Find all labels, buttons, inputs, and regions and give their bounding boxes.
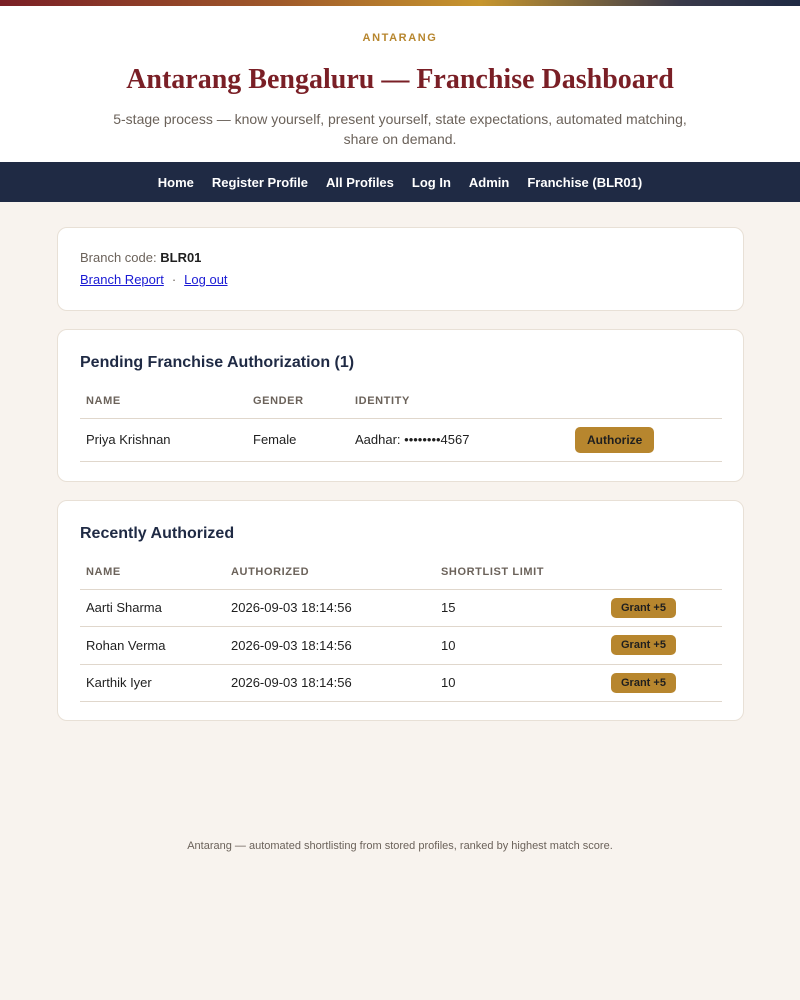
recent-table: NAME AUTHORIZED SHORTLIST LIMIT Aarti Sh… — [80, 555, 722, 702]
branch-links: Branch Report · Log out — [80, 272, 721, 287]
branch-code-label: Branch code: — [80, 250, 157, 265]
nav-all-profiles[interactable]: All Profiles — [326, 175, 394, 190]
table-row: Rohan Verma 2026-09-03 18:14:56 10 Grant… — [80, 626, 722, 665]
branch-code-line: Branch code: BLR01 — [80, 250, 721, 265]
pending-table: NAME GENDER IDENTITY Priya Krishnan Fema… — [80, 384, 722, 462]
pending-heading: Pending Franchise Authorization (1) — [80, 354, 355, 371]
nav-franchise[interactable]: Franchise (BLR01) — [527, 175, 642, 190]
cell-authorized: 2026-09-03 18:14:56 — [225, 589, 435, 627]
recently-authorized-card: Recently Authorized NAME AUTHORIZED SHOR… — [57, 500, 744, 721]
column-header-name: NAME — [80, 555, 225, 590]
cell-limit: 10 — [435, 664, 605, 702]
grant-button[interactable]: Grant +5 — [611, 672, 676, 693]
cell-identity: Aadhar: ••••••••4567 — [349, 418, 569, 462]
cell-name: Priya Krishnan — [80, 418, 247, 462]
link-separator: · — [171, 272, 177, 287]
main-nav: Home Register Profile All Profiles Log I… — [0, 162, 800, 202]
nav-home[interactable]: Home — [158, 175, 194, 190]
column-header-action — [569, 384, 722, 419]
nav-admin[interactable]: Admin — [469, 175, 509, 190]
column-header-action — [605, 555, 722, 590]
branch-code-value: BLR01 — [160, 250, 202, 265]
page-footer: Antarang — automated shortlisting from s… — [187, 840, 613, 852]
cell-action: Grant +5 — [605, 589, 722, 627]
branch-card: Branch code: BLR01 Branch Report · Log out — [57, 227, 744, 311]
column-header-shortlist-limit: SHORTLIST LIMIT — [435, 555, 605, 590]
brand-label: ANTARANG — [362, 32, 438, 44]
column-header-name: NAME — [80, 384, 247, 419]
cell-action: Grant +5 — [605, 626, 722, 665]
page-title: Antarang Bengaluru — Franchise Dashboard — [126, 64, 674, 95]
page-header: ANTARANG Antarang Bengaluru — Franchise … — [0, 6, 800, 162]
cell-limit: 10 — [435, 626, 605, 665]
cell-gender: Female — [247, 418, 349, 462]
column-header-identity: IDENTITY — [349, 384, 569, 419]
grant-button[interactable]: Grant +5 — [611, 635, 676, 655]
pending-authorization-card: Pending Franchise Authorization (1) NAME… — [57, 329, 744, 482]
cell-name: Aarti Sharma — [80, 589, 225, 627]
column-header-authorized: AUTHORIZED — [225, 555, 435, 590]
authorize-button[interactable]: Authorize — [575, 426, 655, 453]
cell-authorized: 2026-09-03 18:14:56 — [225, 626, 435, 665]
logout-link[interactable]: Log out — [184, 272, 227, 287]
recent-heading: Recently Authorized — [80, 525, 235, 542]
table-row: Karthik Iyer 2026-09-03 18:14:56 10 Gran… — [80, 664, 722, 702]
nav-log-in[interactable]: Log In — [412, 175, 451, 190]
page-subtitle: 5-stage process — know yourself, present… — [113, 111, 687, 147]
cell-action: Authorize — [569, 418, 722, 462]
nav-register-profile[interactable]: Register Profile — [212, 175, 308, 190]
grant-button[interactable]: Grant +5 — [611, 597, 676, 618]
pending-table-header: NAME GENDER IDENTITY — [80, 384, 722, 419]
cell-authorized: 2026-09-03 18:14:56 — [225, 664, 435, 702]
branch-report-link[interactable]: Branch Report — [80, 272, 164, 287]
cell-action: Grant +5 — [605, 664, 722, 702]
column-header-gender: GENDER — [247, 384, 349, 419]
table-row: Priya Krishnan Female Aadhar: ••••••••45… — [80, 418, 722, 462]
cell-name: Rohan Verma — [80, 626, 225, 665]
cell-limit: 15 — [435, 589, 605, 627]
recent-table-header: NAME AUTHORIZED SHORTLIST LIMIT — [80, 555, 722, 590]
cell-name: Karthik Iyer — [80, 664, 225, 702]
table-row: Aarti Sharma 2026-09-03 18:14:56 15 Gran… — [80, 589, 722, 627]
